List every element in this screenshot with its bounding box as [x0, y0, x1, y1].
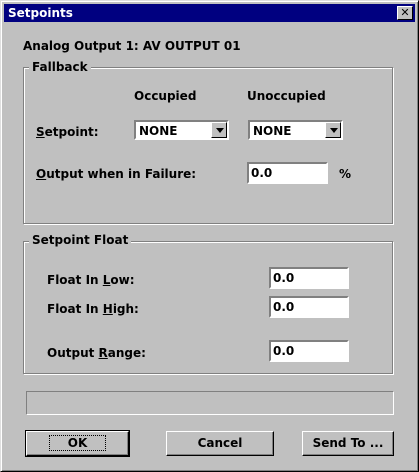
window-title: Setpoints — [8, 6, 73, 20]
send-to-button[interactable]: Send To ... — [302, 431, 394, 456]
percent-unit: % — [339, 167, 352, 181]
unoccupied-setpoint-select[interactable]: NONE — [248, 120, 343, 140]
setpoint-float-title: Setpoint Float — [29, 233, 132, 247]
occupied-header: Occupied — [134, 89, 197, 103]
ok-button[interactable]: OK — [25, 430, 130, 457]
chevron-down-icon[interactable] — [325, 122, 341, 138]
title-bar: Setpoints ✕ — [4, 4, 415, 22]
chevron-down-icon[interactable] — [211, 122, 227, 138]
close-icon[interactable]: ✕ — [397, 6, 413, 20]
unoccupied-setpoint-value: NONE — [253, 124, 292, 138]
failure-output-input[interactable] — [247, 162, 328, 184]
float-high-label: Float In High: — [47, 302, 139, 316]
unoccupied-header: Unoccupied — [247, 89, 326, 103]
output-range-label: Output Range: — [47, 346, 146, 360]
float-low-label: Float In Low: — [47, 273, 135, 287]
setpoint-label: Setpoint: — [36, 125, 99, 139]
output-range-input[interactable] — [269, 340, 349, 362]
occupied-setpoint-select[interactable]: NONE — [134, 120, 229, 140]
cancel-button[interactable]: Cancel — [166, 431, 274, 456]
occupied-setpoint-value: NONE — [139, 124, 178, 138]
status-bar — [26, 391, 394, 415]
failure-output-label: Output when in Failure: — [36, 167, 197, 181]
float-high-input[interactable] — [269, 296, 349, 318]
ok-label: OK — [48, 435, 107, 451]
output-header: Analog Output 1: AV OUTPUT 01 — [23, 39, 241, 53]
fallback-title: Fallback — [29, 60, 91, 74]
setpoints-dialog: Setpoints ✕ Analog Output 1: AV OUTPUT 0… — [0, 0, 419, 472]
float-low-input[interactable] — [269, 267, 349, 289]
fallback-group — [23, 67, 393, 224]
